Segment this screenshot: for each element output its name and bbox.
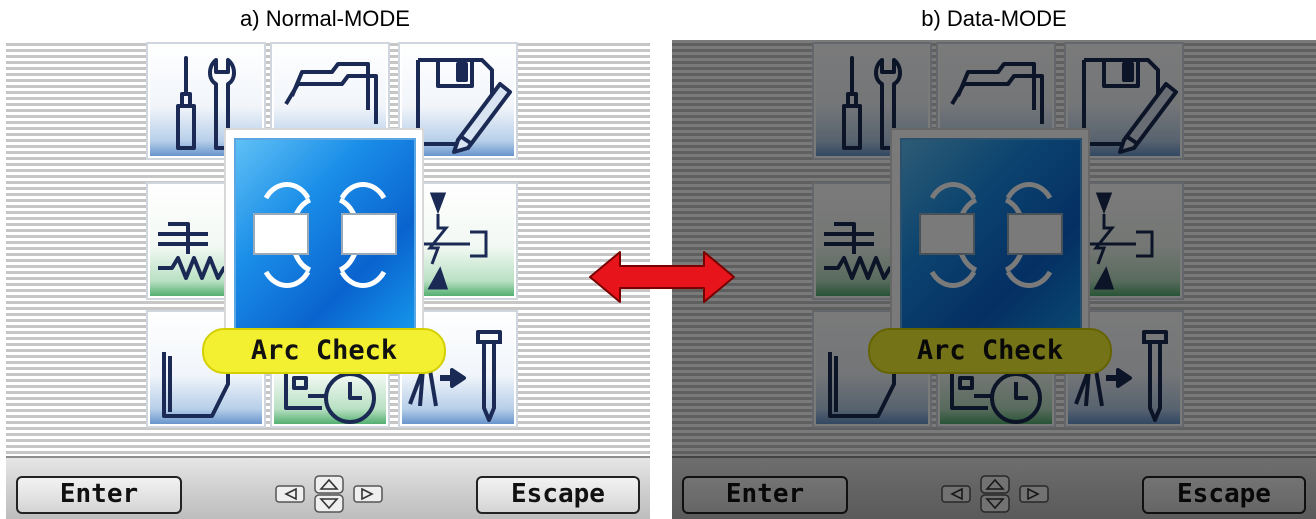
- directional-pad-icon: [941, 475, 1049, 513]
- directional-pad-icon: [275, 475, 383, 513]
- dpad-indicator: [940, 474, 1050, 514]
- data-mode-caption: b) Data-MODE: [921, 6, 1067, 31]
- focused-tile-face: [234, 138, 416, 332]
- enter-button[interactable]: Enter: [16, 476, 182, 514]
- escape-button[interactable]: Escape: [476, 476, 640, 514]
- focused-tile-arc-check[interactable]: [224, 128, 424, 340]
- double-arrow-icon: [589, 251, 735, 303]
- focused-tile-arc-check[interactable]: [890, 128, 1090, 340]
- escape-button[interactable]: Escape: [1142, 476, 1306, 514]
- normal-mode-caption: a) Normal-MODE: [240, 6, 410, 31]
- normal-mode-screen: Arc Check Enter Escape: [6, 40, 650, 519]
- mode-switch-arrow: [588, 250, 736, 304]
- arc-check-icon: [919, 182, 1063, 288]
- dpad-indicator: [274, 474, 384, 514]
- enter-button[interactable]: Enter: [682, 476, 848, 514]
- arc-check-icon: [253, 182, 397, 288]
- bottom-bar: Enter Escape: [6, 456, 650, 519]
- selected-item-label: Arc Check: [202, 328, 446, 374]
- data-mode-screen: Arc Check Enter Escape: [672, 40, 1316, 519]
- bottom-bar: Enter Escape: [672, 456, 1316, 519]
- selected-item-label: Arc Check: [868, 328, 1112, 374]
- focused-tile-face: [900, 138, 1082, 332]
